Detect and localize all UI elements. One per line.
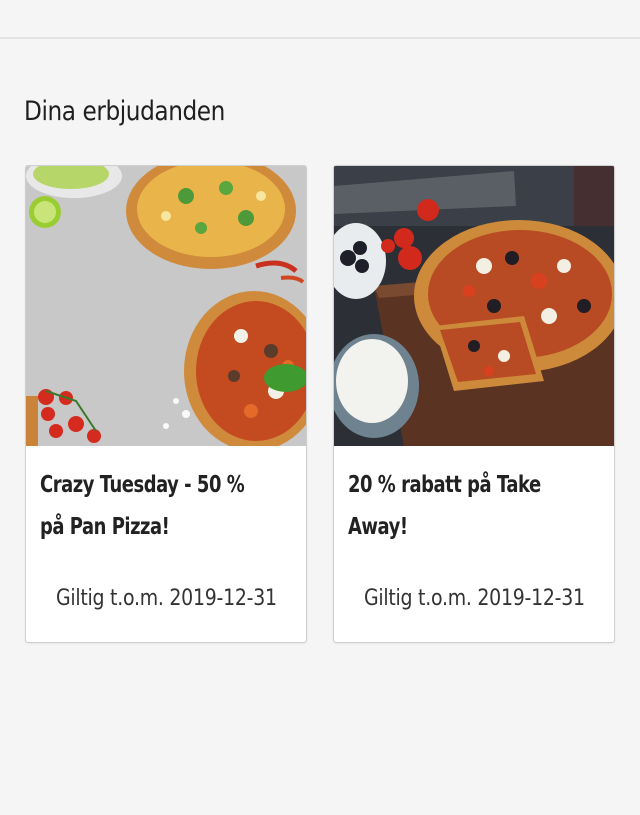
offer-title: Crazy Tuesday - 50 % på Pan Pizza! [40, 472, 245, 540]
offer-image-pan-pizza [334, 166, 614, 446]
offer-title: 20 % rabatt på Take Away! [348, 472, 541, 540]
offer-validity: Giltig t.o.m. 2019-12-31 [363, 586, 585, 611]
offer-card-crazy-tuesday[interactable]: Crazy Tuesday - 50 % på Pan Pizza! Gilti… [25, 165, 307, 643]
offer-image-pizzas [26, 166, 306, 446]
offer-card-take-away[interactable]: 20 % rabatt på Take Away! Giltig t.o.m. … [333, 165, 615, 643]
section-title: Dina erbjudanden [24, 96, 225, 127]
top-bar [0, 0, 640, 39]
offer-validity: Giltig t.o.m. 2019-12-31 [55, 586, 277, 611]
